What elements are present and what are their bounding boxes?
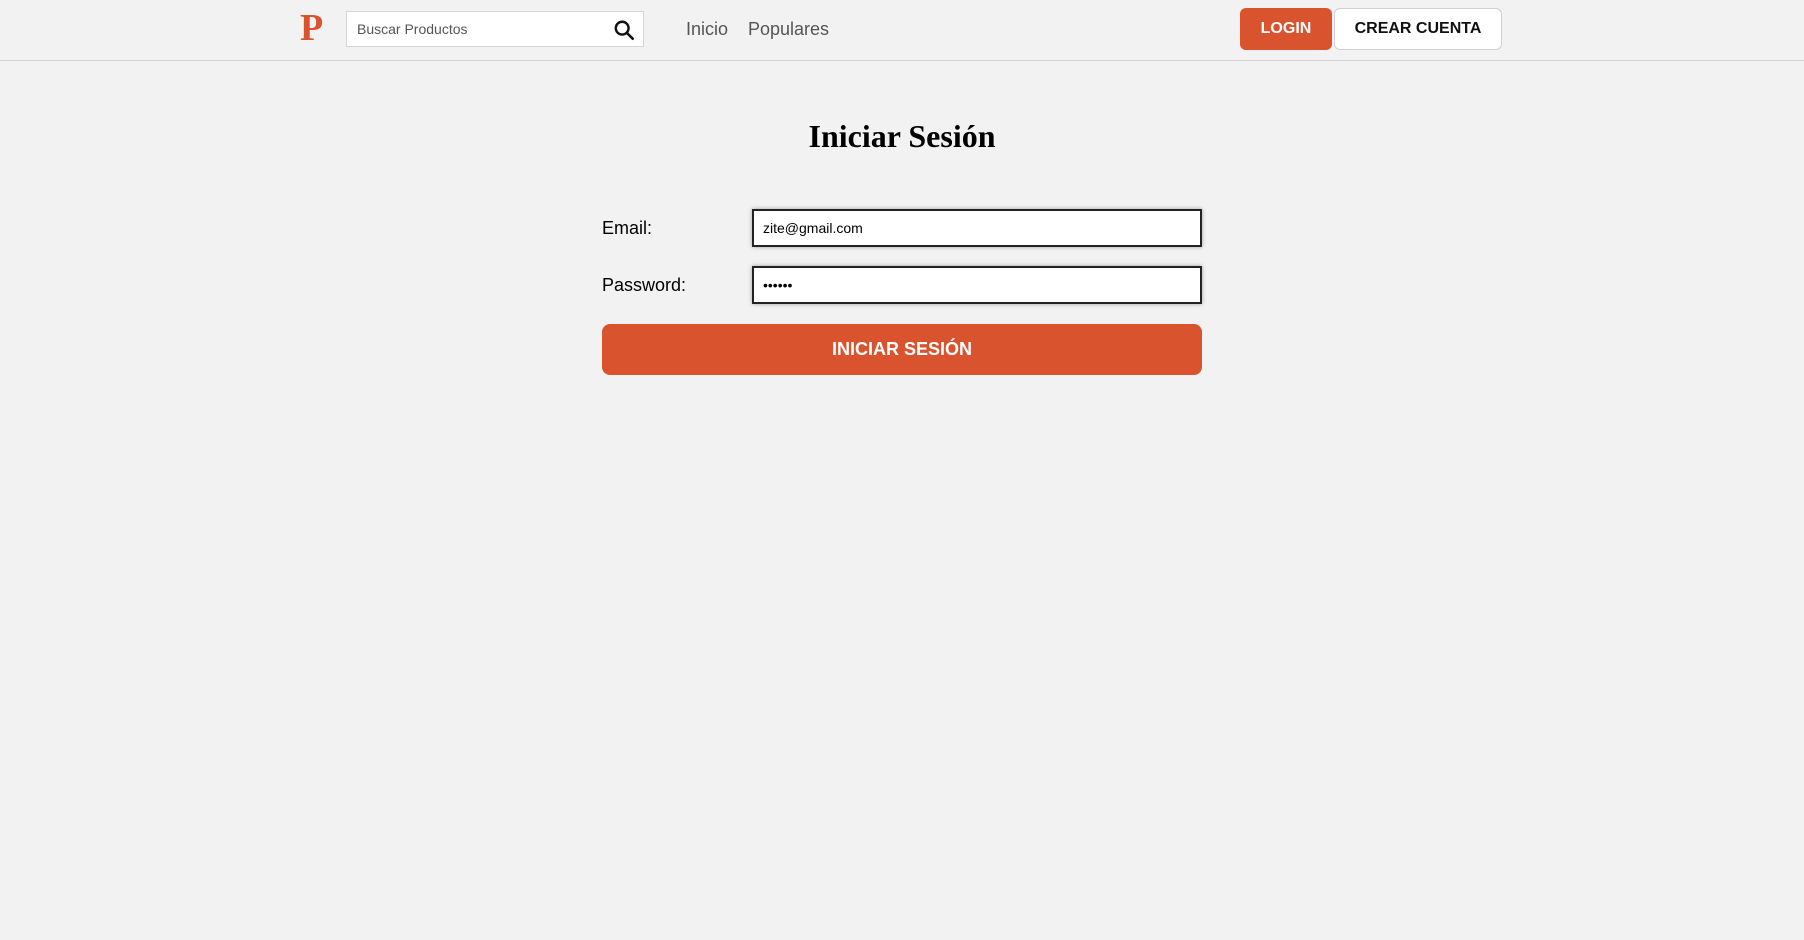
password-field[interactable] <box>752 266 1202 304</box>
brand-logo[interactable]: P <box>300 6 323 50</box>
email-field[interactable] <box>752 209 1202 247</box>
search-icon[interactable] <box>613 19 635 41</box>
search-bar <box>346 11 644 47</box>
nav-link-populares[interactable]: Populares <box>748 18 829 40</box>
login-button[interactable]: LOGIN <box>1240 8 1332 50</box>
email-label: Email: <box>602 218 653 238</box>
page-title: Iniciar Sesión <box>808 118 996 154</box>
password-label: Password: <box>602 275 687 295</box>
create-account-button[interactable]: CREAR CUENTA <box>1334 8 1502 50</box>
nav-link-inicio[interactable]: Inicio <box>686 18 728 40</box>
search-input[interactable] <box>347 12 597 46</box>
login-submit-button[interactable]: INICIAR SESIÓN <box>602 324 1202 375</box>
top-navbar: P Inicio Populares LOGIN CREAR CUENTA <box>0 0 1804 61</box>
